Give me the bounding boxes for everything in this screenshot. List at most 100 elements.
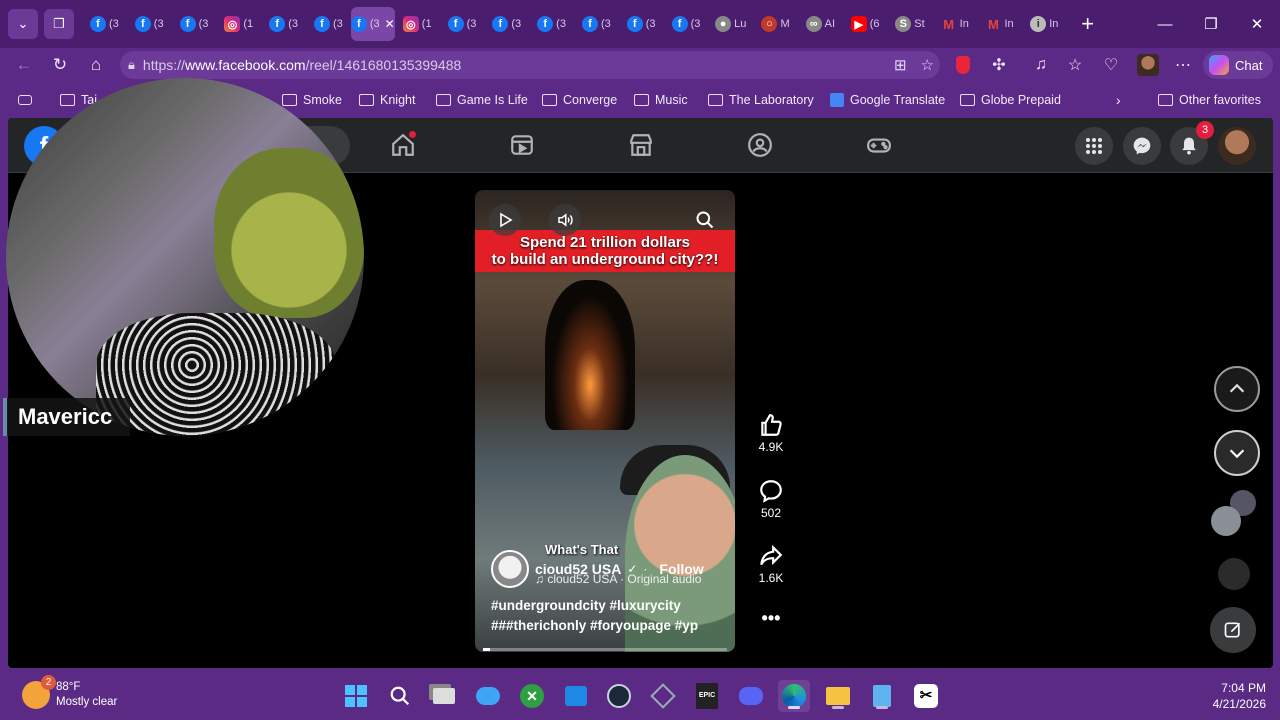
notepad-icon[interactable] bbox=[866, 680, 898, 712]
browser-tab[interactable]: S St bbox=[888, 7, 933, 41]
contact-avatar[interactable] bbox=[1218, 558, 1250, 590]
video-progress-bar[interactable] bbox=[483, 648, 727, 651]
browser-tab[interactable]: f (3 bbox=[127, 7, 172, 41]
marketplace-nav-icon[interactable] bbox=[626, 130, 656, 160]
tab-actions-button[interactable]: ⌄ bbox=[8, 9, 38, 39]
profile-avatar[interactable] bbox=[1136, 52, 1160, 78]
bookmark-google-translate[interactable]: Google Translate bbox=[830, 84, 945, 116]
tab-label: (3 bbox=[600, 18, 611, 30]
comment-action[interactable]: 502 bbox=[753, 478, 789, 520]
browser-tab[interactable]: M In bbox=[977, 7, 1022, 41]
extensions-puzzle-icon[interactable]: ✣ bbox=[988, 52, 1010, 78]
browser-tab[interactable]: M In bbox=[932, 7, 977, 41]
browser-tab[interactable]: f (3 bbox=[440, 7, 485, 41]
bookmark-smoke[interactable]: Smoke bbox=[282, 84, 342, 116]
app-available-icon[interactable]: ⊞ bbox=[894, 56, 907, 74]
browser-tab[interactable]: f (3 bbox=[529, 7, 574, 41]
back-button[interactable]: ← bbox=[6, 49, 42, 81]
extension-adblock-icon[interactable] bbox=[953, 52, 973, 78]
bookmark-game-is-life[interactable]: Game Is Life bbox=[436, 84, 528, 116]
favorites-icon[interactable]: ☆ bbox=[1064, 52, 1086, 78]
new-tab-button[interactable]: + bbox=[1073, 11, 1103, 37]
browser-tab[interactable]: f (3 bbox=[574, 7, 619, 41]
system-clock[interactable]: 7:04 PM 4/21/2026 bbox=[1213, 680, 1266, 712]
browser-tab[interactable]: f (3 ✕ bbox=[350, 7, 395, 41]
task-view-icon[interactable] bbox=[428, 680, 460, 712]
bookmark-music[interactable]: Music bbox=[634, 84, 688, 116]
bookmark-globe-prepaid[interactable]: Globe Prepaid bbox=[960, 84, 1061, 116]
reel-hashtags[interactable]: #undergroundcity #luxurycity ###thericho… bbox=[491, 596, 723, 636]
previous-reel-button[interactable] bbox=[1214, 366, 1260, 412]
browser-tab[interactable]: ○ M bbox=[753, 7, 798, 41]
xbox-icon[interactable]: ✕ bbox=[516, 680, 548, 712]
epic-games-icon[interactable]: EPIC bbox=[691, 680, 723, 712]
steam-icon[interactable] bbox=[603, 680, 635, 712]
discord-icon[interactable] bbox=[735, 680, 767, 712]
settings-more-icon[interactable]: ⋯ bbox=[1172, 52, 1194, 78]
like-action[interactable]: 4.9K bbox=[753, 412, 789, 454]
browser-tab[interactable]: ◎ (1 bbox=[216, 7, 261, 41]
home-button[interactable]: ⌂ bbox=[78, 49, 114, 81]
favorite-star-icon[interactable]: ☆ bbox=[921, 56, 934, 74]
gaming-nav-icon[interactable] bbox=[864, 130, 894, 160]
store-icon[interactable] bbox=[560, 680, 592, 712]
browser-essentials-icon[interactable]: ♡ bbox=[1100, 52, 1122, 78]
file-explorer-icon[interactable] bbox=[822, 680, 854, 712]
weather-widget[interactable]: 2 88°F Mostly clear bbox=[22, 675, 117, 710]
next-reel-button[interactable] bbox=[1214, 430, 1260, 476]
browser-tab[interactable]: f (3 bbox=[261, 7, 306, 41]
browser-tab[interactable]: f (3 bbox=[484, 7, 529, 41]
browser-tab[interactable]: f (3 bbox=[619, 7, 664, 41]
browser-tab[interactable]: f (3 bbox=[82, 7, 127, 41]
messenger-icon[interactable] bbox=[1123, 127, 1161, 165]
search-icon[interactable] bbox=[384, 680, 416, 712]
edge-icon[interactable] bbox=[778, 680, 810, 712]
reel-search-icon[interactable] bbox=[689, 204, 721, 236]
new-message-button[interactable] bbox=[1210, 607, 1256, 653]
contact-avatar[interactable] bbox=[1211, 506, 1241, 536]
close-tab-icon[interactable]: ✕ bbox=[385, 17, 395, 31]
browser-tab[interactable]: f (3 bbox=[172, 7, 217, 41]
start-icon[interactable] bbox=[340, 680, 372, 712]
restore-button[interactable]: ❐ bbox=[1188, 0, 1234, 48]
browser-tab[interactable]: ∞ AI bbox=[798, 7, 843, 41]
browser-tab[interactable]: ● Lu bbox=[708, 7, 753, 41]
more-options-icon[interactable]: ••• bbox=[753, 608, 789, 629]
reel-video[interactable]: Spend 21 trillion dollars to build an un… bbox=[475, 190, 735, 652]
volume-icon[interactable] bbox=[549, 204, 581, 236]
video-frame-tunnel bbox=[545, 280, 635, 430]
share-action[interactable]: 1.6K bbox=[753, 543, 789, 585]
bookmark-knight[interactable]: Knight bbox=[359, 84, 415, 116]
browser-tab[interactable]: f (3 bbox=[306, 7, 351, 41]
onedrive-icon[interactable] bbox=[472, 680, 504, 712]
browser-tab[interactable]: ◎ (1 bbox=[395, 7, 440, 41]
minimize-button[interactable]: — bbox=[1142, 0, 1188, 48]
original-audio-link[interactable]: ♫ cloud52 USA · Original audio bbox=[535, 572, 701, 586]
bookmark-the-laboratory[interactable]: The Laboratory bbox=[708, 84, 814, 116]
menu-grid-icon[interactable] bbox=[1075, 127, 1113, 165]
copilot-chat-button[interactable]: Chat bbox=[1203, 51, 1273, 79]
workspaces-button[interactable]: ❐ bbox=[44, 9, 74, 39]
app-diamond-icon[interactable] bbox=[647, 680, 679, 712]
more-bookmarks-chevron-icon[interactable]: › bbox=[1116, 84, 1121, 116]
author-avatar[interactable] bbox=[491, 550, 529, 588]
browser-tab[interactable]: f (3 bbox=[664, 7, 709, 41]
address-bar[interactable]: 🔒︎ https://www.facebook.com/reel/1461680… bbox=[120, 51, 940, 79]
notifications-bell-icon[interactable]: 3 bbox=[1170, 121, 1214, 165]
favorites-bar-toggle-icon[interactable] bbox=[18, 84, 32, 116]
refresh-button[interactable]: ↻ bbox=[42, 49, 78, 81]
bookmark-converge[interactable]: Converge bbox=[542, 84, 617, 116]
browser-tab[interactable]: i In bbox=[1022, 7, 1067, 41]
close-window-button[interactable]: ✕ bbox=[1234, 0, 1280, 48]
account-avatar[interactable] bbox=[1218, 127, 1256, 165]
groups-nav-icon[interactable] bbox=[745, 130, 775, 160]
browser-tab[interactable]: ▶ (6 bbox=[843, 7, 888, 41]
capcut-icon[interactable]: ✂ bbox=[910, 680, 942, 712]
play-button[interactable] bbox=[489, 204, 521, 236]
home-nav-icon[interactable] bbox=[388, 130, 418, 160]
media-control-icon[interactable]: ♫ bbox=[1030, 52, 1052, 78]
tab-label: (3 bbox=[511, 18, 522, 30]
tab-label: (3 bbox=[369, 18, 380, 30]
bookmark-other-favorites[interactable]: Other favorites bbox=[1158, 84, 1261, 116]
video-nav-icon[interactable] bbox=[507, 130, 537, 160]
